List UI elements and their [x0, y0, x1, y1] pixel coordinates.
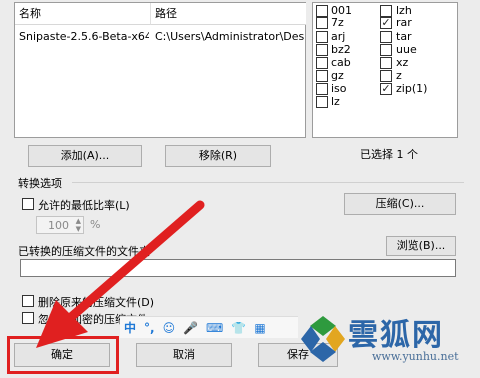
- format-label-zip: zip(1): [396, 82, 428, 95]
- ime-emoji-icon[interactable]: ☺: [163, 321, 176, 335]
- ime-punctuation-icon[interactable]: °,: [144, 321, 155, 335]
- ime-chinese-mode-icon[interactable]: 中: [124, 319, 136, 336]
- format-label-arj: arj: [331, 30, 346, 43]
- allow-min-ratio-label: 允许的最低比率(L): [38, 199, 130, 212]
- format-check-uue[interactable]: [380, 44, 392, 56]
- format-check-zip[interactable]: ✓: [380, 83, 392, 95]
- format-label-gz: gz: [331, 69, 344, 82]
- ime-toolbox-icon[interactable]: ▦: [254, 321, 265, 335]
- delete-original-check[interactable]: [22, 295, 34, 307]
- watermark-url-text: www.yunhu.net: [372, 350, 459, 363]
- compress-button[interactable]: 压缩(C)...: [344, 193, 456, 215]
- format-label-lz: lz: [331, 95, 340, 108]
- format-label-rar: rar: [396, 16, 412, 29]
- watermark-logo-icon: [301, 316, 345, 362]
- format-label-iso: iso: [331, 82, 347, 95]
- column-header-path[interactable]: 路径: [151, 3, 306, 25]
- format-check-001[interactable]: [316, 5, 328, 17]
- ime-skin-icon[interactable]: 👕: [231, 321, 246, 335]
- ratio-value: 100: [48, 219, 69, 232]
- format-check-gz[interactable]: [316, 70, 328, 82]
- ratio-spin-icon[interactable]: ▲ ▼: [76, 217, 81, 233]
- format-label-tar: tar: [396, 30, 412, 43]
- ime-toolbar[interactable]: 中 °, ☺ 🎤 ⌨ 👕 ▦: [120, 316, 298, 338]
- group-divider: [72, 182, 464, 183]
- format-check-tar[interactable]: [380, 31, 392, 43]
- ratio-input[interactable]: 100 ▲ ▼: [36, 216, 84, 234]
- format-check-bz2[interactable]: [316, 44, 328, 56]
- format-label-cab: cab: [331, 56, 351, 69]
- watermark-cn-text: 雲狐网: [348, 318, 444, 353]
- ratio-unit: %: [90, 218, 101, 231]
- ok-button-highlight: [7, 336, 119, 374]
- ime-keyboard-icon[interactable]: ⌨: [206, 321, 223, 335]
- remove-button[interactable]: 移除(R): [165, 145, 271, 167]
- format-check-7z[interactable]: [316, 17, 328, 29]
- format-check-z[interactable]: [380, 70, 392, 82]
- group-title-options: 转换选项: [18, 177, 62, 190]
- file-list[interactable]: 名称 路径 Snipaste-2.5.6-Beta-x64.zip C:\Use…: [14, 2, 306, 138]
- format-check-cab[interactable]: [316, 57, 328, 69]
- file-path-cell[interactable]: C:\Users\Administrator\Desktop: [155, 30, 305, 43]
- format-check-lz[interactable]: [316, 96, 328, 108]
- format-label-z: z: [396, 69, 402, 82]
- allow-min-ratio-check[interactable]: [22, 198, 34, 210]
- format-label-bz2: bz2: [331, 43, 351, 56]
- format-check-rar[interactable]: ✓: [380, 17, 392, 29]
- format-check-xz[interactable]: [380, 57, 392, 69]
- format-label-xz: xz: [396, 56, 409, 69]
- cancel-button[interactable]: 取消: [136, 343, 232, 367]
- selected-count-label: 已选择 1 个: [360, 148, 418, 161]
- format-check-iso[interactable]: [316, 83, 328, 95]
- ime-voice-icon[interactable]: 🎤: [183, 321, 198, 335]
- format-check-arj[interactable]: [316, 31, 328, 43]
- format-label-uue: uue: [396, 43, 417, 56]
- add-button[interactable]: 添加(A)...: [28, 145, 142, 167]
- column-header-name[interactable]: 名称: [15, 3, 151, 25]
- browse-button[interactable]: 浏览(B)...: [386, 236, 456, 256]
- file-name-cell[interactable]: Snipaste-2.5.6-Beta-x64.zip: [19, 30, 149, 43]
- ignore-encrypted-check[interactable]: [22, 312, 34, 324]
- delete-original-label: 删除原来的压缩文件(D): [38, 296, 155, 309]
- output-folder-input[interactable]: [20, 259, 456, 277]
- format-label-7z: 7z: [331, 16, 344, 29]
- output-folder-label: 已转换的压缩文件的文件夹: [18, 245, 150, 258]
